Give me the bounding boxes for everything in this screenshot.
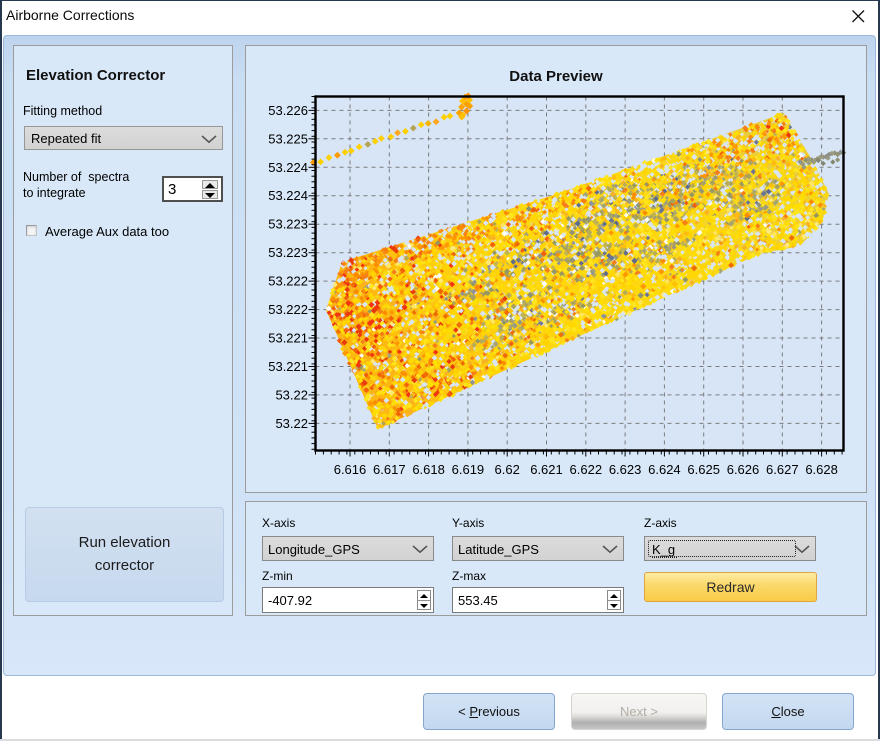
svg-text:6.622: 6.622	[570, 462, 603, 477]
svg-text:53.226: 53.226	[268, 103, 308, 118]
svg-text:53.22: 53.22	[275, 416, 308, 431]
svg-text:6.617: 6.617	[373, 462, 406, 477]
svg-text:53.22: 53.22	[275, 387, 308, 402]
svg-text:6.621: 6.621	[530, 462, 563, 477]
svg-text:53.222: 53.222	[268, 302, 308, 317]
svg-text:6.624: 6.624	[648, 462, 681, 477]
svg-text:6.623: 6.623	[609, 462, 642, 477]
svg-text:6.626: 6.626	[727, 462, 760, 477]
svg-text:6.62: 6.62	[495, 462, 520, 477]
svg-text:53.223: 53.223	[268, 217, 308, 232]
svg-text:6.628: 6.628	[805, 462, 838, 477]
svg-text:6.627: 6.627	[766, 462, 799, 477]
svg-text:53.224: 53.224	[268, 160, 308, 175]
svg-text:6.619: 6.619	[452, 462, 485, 477]
svg-text:53.225: 53.225	[268, 131, 308, 146]
svg-text:6.625: 6.625	[687, 462, 720, 477]
svg-text:53.221: 53.221	[268, 359, 308, 374]
svg-text:53.223: 53.223	[268, 245, 308, 260]
svg-text:53.224: 53.224	[268, 188, 308, 203]
svg-text:6.618: 6.618	[412, 462, 445, 477]
svg-text:6.616: 6.616	[334, 462, 367, 477]
svg-text:53.221: 53.221	[268, 331, 308, 346]
svg-text:53.222: 53.222	[268, 274, 308, 289]
